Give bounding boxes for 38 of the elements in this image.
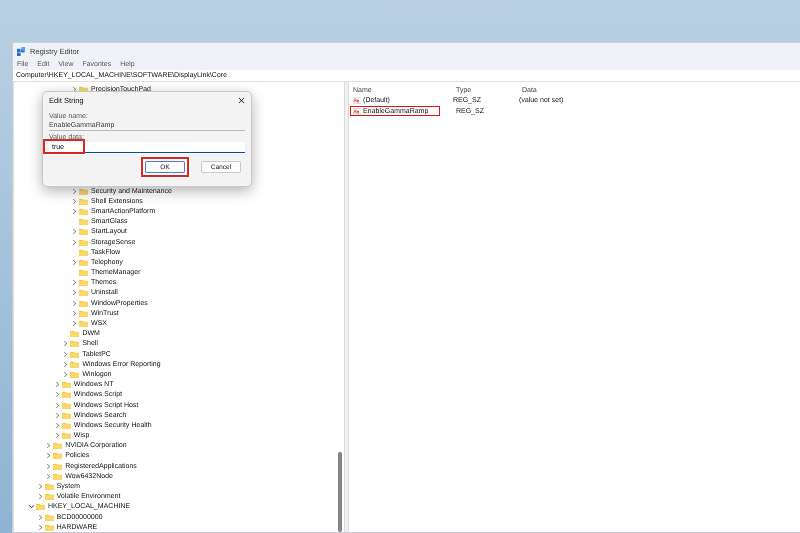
folder-icon [70, 340, 80, 348]
folder-icon [70, 330, 80, 338]
folder-icon [79, 198, 88, 205]
folder-icon [53, 462, 62, 470]
folder-icon [79, 188, 88, 195]
folder-icon [53, 442, 62, 450]
registry-icon [17, 46, 26, 56]
folder-icon [79, 238, 88, 246]
folder-icon [44, 514, 54, 521]
folder-icon [79, 228, 88, 236]
folder-icon [62, 402, 71, 409]
string-value-icon [353, 97, 361, 104]
folder-icon [79, 248, 88, 256]
folder-icon [44, 483, 54, 490]
folder-icon [70, 350, 80, 358]
folder-icon [79, 269, 88, 276]
folder-icon [62, 381, 71, 388]
folder-icon [79, 320, 88, 328]
folder-icon [53, 472, 62, 480]
folder-icon [79, 279, 88, 286]
string-value-icon [353, 108, 361, 115]
folder-icon [62, 432, 71, 440]
folder-icon [79, 289, 88, 296]
folder-icon [79, 208, 88, 215]
folder-icon [70, 360, 80, 368]
folder-icon [79, 258, 88, 266]
folder-icon [79, 300, 88, 307]
folder-icon [62, 422, 71, 429]
folder-icon [36, 503, 45, 510]
folder-icon [62, 391, 71, 398]
folder-icon [62, 412, 71, 419]
close-icon[interactable] [238, 96, 245, 104]
folder-icon [79, 310, 88, 317]
folder-icon [70, 370, 80, 378]
folder-icon [53, 452, 62, 460]
folder-icon [44, 493, 54, 500]
folder-icon [44, 524, 54, 531]
folder-icon [79, 218, 88, 226]
